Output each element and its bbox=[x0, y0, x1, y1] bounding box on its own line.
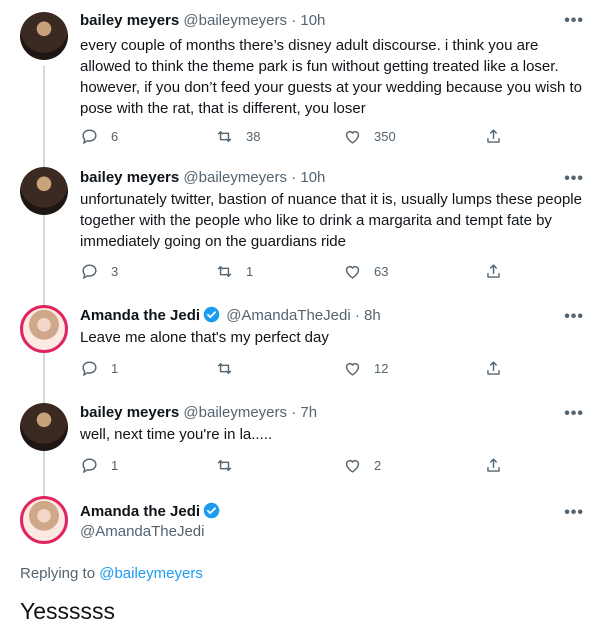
retweet-icon bbox=[217, 363, 232, 374]
author-name[interactable]: bailey meyers bbox=[80, 404, 179, 421]
reply-icon bbox=[82, 129, 97, 145]
share-icon bbox=[487, 458, 500, 472]
reply-icon bbox=[82, 264, 97, 280]
reply-icon bbox=[82, 458, 97, 474]
avatar[interactable] bbox=[20, 167, 68, 215]
author-handle[interactable]: @baileymeyers bbox=[183, 169, 287, 186]
reply-count: 1 bbox=[111, 458, 119, 473]
share-button[interactable] bbox=[484, 262, 503, 281]
retweet-icon bbox=[217, 266, 232, 277]
retweet-count: 1 bbox=[246, 264, 254, 279]
tweet-text: unfortunately twitter, bastion of nuance… bbox=[80, 191, 582, 250]
like-button[interactable]: 2 bbox=[343, 456, 381, 475]
separator: · bbox=[354, 307, 360, 324]
heart-icon bbox=[345, 459, 360, 473]
tweet-actions: 1 12 bbox=[80, 359, 510, 381]
reply-count: 6 bbox=[111, 129, 119, 144]
tweet-text: Leave me alone that's my perfect day bbox=[80, 329, 329, 346]
verified-badge-icon bbox=[203, 306, 220, 323]
avatar[interactable] bbox=[20, 12, 68, 60]
retweet-icon bbox=[217, 131, 232, 142]
author-name[interactable]: Amanda the Jedi bbox=[80, 503, 200, 520]
reply-count: 1 bbox=[111, 361, 119, 376]
thread-line bbox=[43, 66, 45, 168]
tweet-actions: 1 2 bbox=[80, 456, 510, 478]
separator: · bbox=[291, 404, 297, 421]
tweet-text: well, next time you're in la..... bbox=[80, 426, 273, 443]
author-name[interactable]: bailey meyers bbox=[80, 12, 179, 29]
tweet-actions: 3 1 63 bbox=[80, 262, 510, 284]
share-icon bbox=[487, 129, 500, 143]
retweet-button[interactable] bbox=[215, 359, 246, 378]
more-options-icon[interactable]: ••• bbox=[564, 405, 584, 423]
like-button[interactable]: 350 bbox=[343, 127, 396, 146]
share-icon bbox=[487, 361, 500, 375]
share-button[interactable] bbox=[484, 456, 503, 475]
share-icon bbox=[487, 264, 500, 278]
author-name[interactable]: Amanda the Jedi bbox=[80, 307, 200, 324]
more-options-icon[interactable]: ••• bbox=[564, 308, 584, 326]
thread-line bbox=[43, 451, 45, 496]
heart-icon bbox=[345, 130, 360, 144]
timestamp[interactable]: 10h bbox=[300, 169, 325, 186]
retweet-count: 38 bbox=[246, 129, 261, 144]
author-handle[interactable]: @baileymeyers bbox=[183, 404, 287, 421]
more-options-icon[interactable]: ••• bbox=[564, 504, 584, 522]
like-count: 12 bbox=[374, 361, 389, 376]
reply-button[interactable]: 3 bbox=[80, 262, 118, 281]
reply-icon bbox=[82, 361, 97, 377]
thread-line bbox=[43, 353, 45, 403]
reply-button[interactable]: 1 bbox=[80, 456, 118, 475]
share-button[interactable] bbox=[484, 359, 503, 378]
like-count: 2 bbox=[374, 458, 382, 473]
author-handle[interactable]: @AmandaTheJedi bbox=[226, 307, 350, 324]
retweet-button[interactable]: 1 bbox=[215, 262, 253, 281]
tweet-text: every couple of months there’s disney ad… bbox=[80, 37, 582, 117]
heart-icon bbox=[345, 362, 360, 376]
more-options-icon[interactable]: ••• bbox=[564, 12, 584, 30]
reply-count: 3 bbox=[111, 264, 119, 279]
more-options-icon[interactable]: ••• bbox=[564, 170, 584, 188]
thread-line bbox=[43, 215, 45, 305]
tweet-actions: 6 38 350 bbox=[80, 127, 510, 149]
share-button[interactable] bbox=[484, 127, 503, 146]
avatar[interactable] bbox=[20, 305, 68, 353]
verified-badge-icon bbox=[203, 502, 220, 519]
timestamp[interactable]: 8h bbox=[364, 307, 381, 324]
replying-label: Replying to bbox=[20, 565, 96, 582]
retweet-button[interactable] bbox=[215, 456, 246, 475]
timestamp[interactable]: 10h bbox=[300, 12, 325, 29]
avatar[interactable] bbox=[20, 496, 68, 544]
separator: · bbox=[291, 169, 297, 186]
replying-to: Replying to @baileymeyers bbox=[20, 565, 203, 582]
avatar[interactable] bbox=[20, 403, 68, 451]
retweet-icon bbox=[217, 460, 232, 471]
reply-button[interactable]: 6 bbox=[80, 127, 118, 146]
replying-handle-link[interactable]: @baileymeyers bbox=[99, 565, 203, 582]
heart-icon bbox=[345, 265, 360, 279]
retweet-button[interactable]: 38 bbox=[215, 127, 260, 146]
author-name[interactable]: bailey meyers bbox=[80, 169, 179, 186]
like-count: 63 bbox=[374, 264, 389, 279]
author-handle[interactable]: @baileymeyers bbox=[183, 12, 287, 29]
like-count: 350 bbox=[374, 129, 396, 144]
author-handle[interactable]: @AmandaTheJedi bbox=[80, 523, 204, 540]
like-button[interactable]: 12 bbox=[343, 359, 388, 378]
separator: · bbox=[291, 12, 297, 29]
timestamp[interactable]: 7h bbox=[300, 404, 317, 421]
tweet-text: Yessssss bbox=[20, 598, 116, 624]
like-button[interactable]: 63 bbox=[343, 262, 388, 281]
reply-button[interactable]: 1 bbox=[80, 359, 118, 378]
